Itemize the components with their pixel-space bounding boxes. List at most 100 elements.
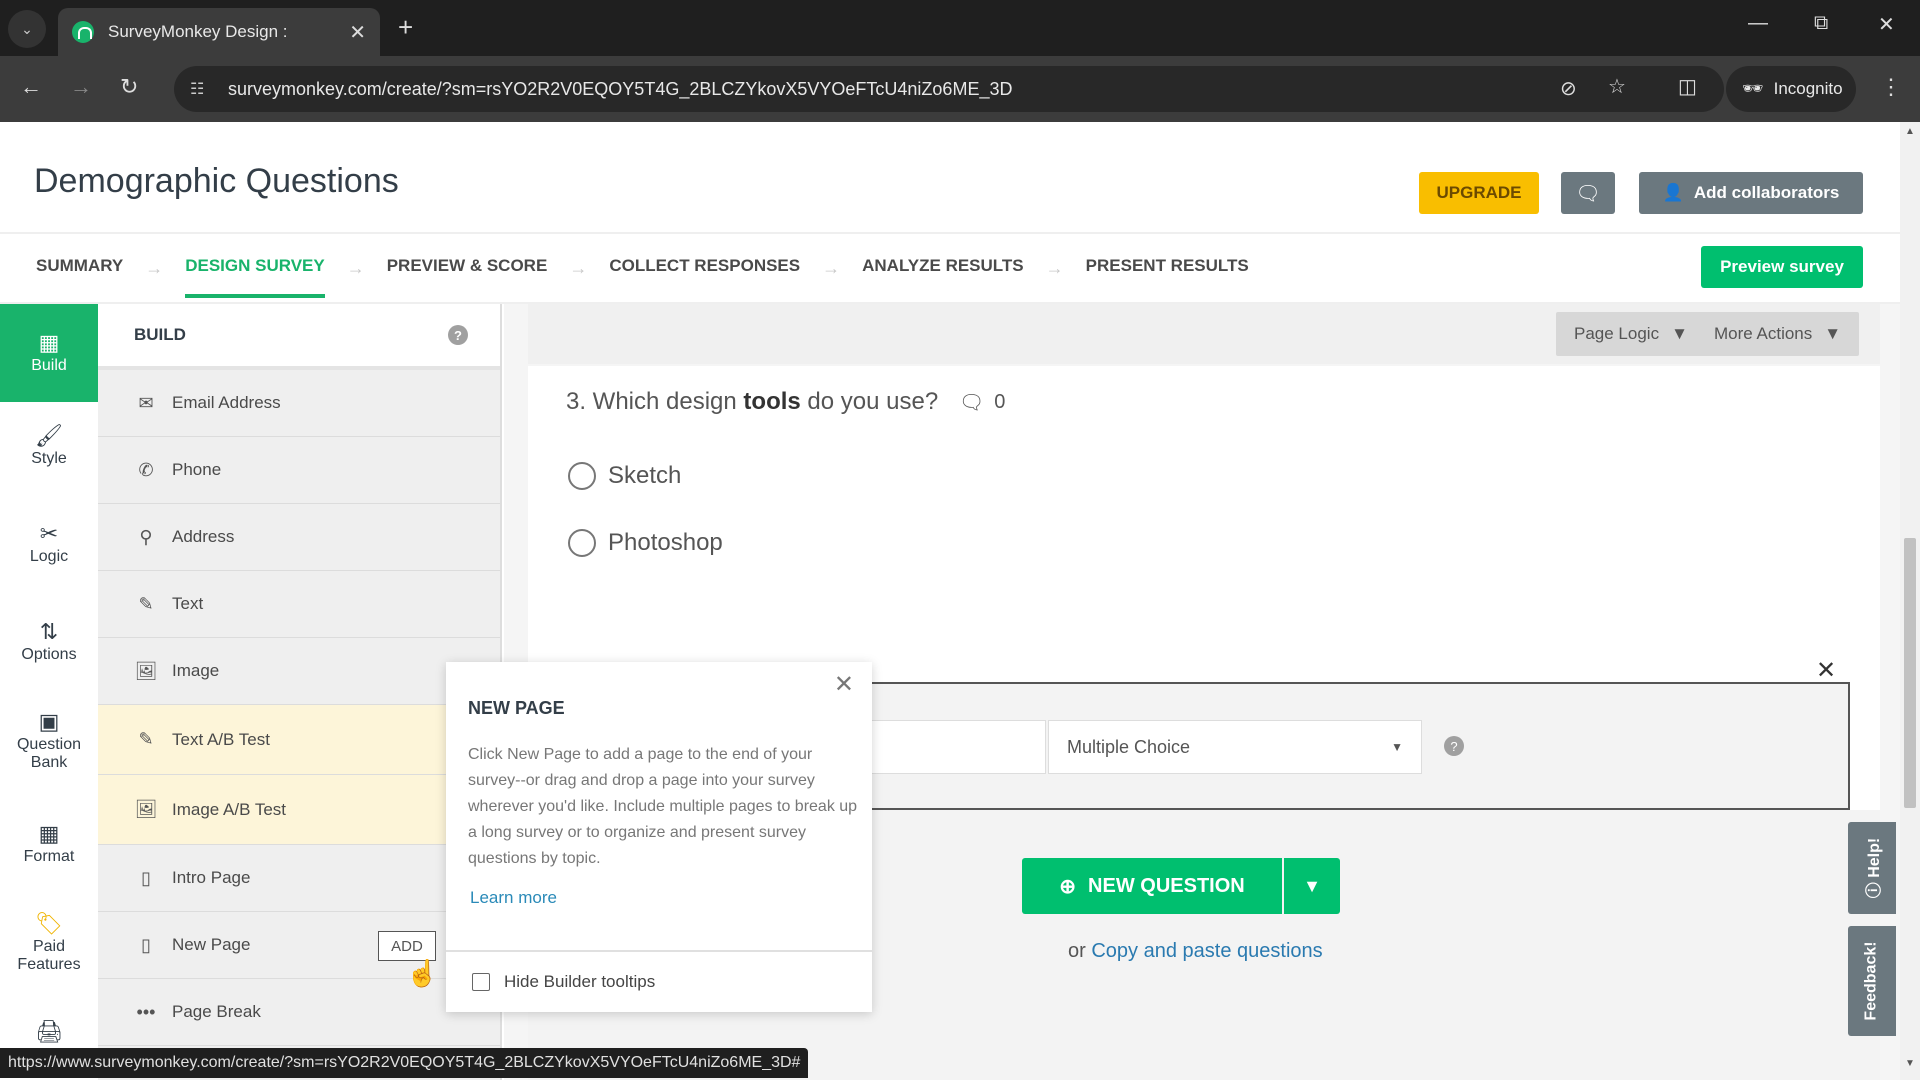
new-question-dropdown-button[interactable]: ▼ — [1284, 858, 1340, 914]
browser-menu-icon[interactable]: ⋮ — [1880, 74, 1902, 100]
arrow-icon: → — [145, 257, 164, 278]
build-item-label: Email Address — [172, 393, 281, 412]
page-icon: ▯ — [141, 934, 151, 955]
radio-button[interactable] — [568, 462, 596, 490]
minimize-button[interactable]: — — [1748, 12, 1768, 35]
radio-button[interactable] — [568, 529, 596, 557]
help-icon[interactable]: ? — [1444, 736, 1464, 756]
rail-paid-features[interactable]: 🏷 Paid Features — [0, 912, 98, 974]
close-window-button[interactable]: ✕ — [1878, 12, 1895, 37]
add-collaborators-button[interactable]: 👤 Add collaborators — [1639, 172, 1863, 214]
caret-down-icon: ▼ — [1303, 875, 1321, 896]
comments-button[interactable]: 🗨 — [1561, 172, 1615, 214]
new-question-button[interactable]: ⊕ NEW QUESTION — [1022, 858, 1282, 914]
survey-title[interactable]: Demographic Questions — [34, 162, 399, 201]
question-comments[interactable]: 🗨 0 — [959, 390, 1006, 415]
comment-icon: 🗨 — [958, 392, 985, 414]
copy-paste-row: or Copy and paste questions — [1068, 940, 1323, 963]
add-user-icon: 👤 — [1662, 183, 1684, 202]
edit-icon: ✎ — [138, 729, 154, 749]
add-collaborators-label: Add collaborators — [1693, 183, 1840, 202]
build-item-image-ab-test[interactable]: 🖼 Image A/B Test — [98, 775, 500, 845]
answer-choice[interactable]: Sketch — [568, 462, 681, 490]
hide-tooltips-label[interactable]: Hide Builder tooltips — [504, 972, 655, 992]
site-info-icon[interactable]: ☷ — [190, 79, 212, 99]
build-item-new-page[interactable]: ▯ New Page ADD — [98, 912, 500, 979]
incognito-badge[interactable]: 🕶 Incognito — [1726, 66, 1856, 112]
email-icon: ✉ — [138, 392, 154, 413]
image-icon: 🖼 — [134, 660, 158, 681]
page-scrollbar[interactable]: ▲ ▼ — [1900, 122, 1920, 1080]
restore-button[interactable]: ⧉ — [1814, 12, 1828, 35]
help-icon: ⓘ — [1866, 882, 1883, 899]
copy-paste-questions-link[interactable]: Copy and paste questions — [1091, 940, 1322, 962]
scrollbar-thumb[interactable] — [1904, 538, 1916, 808]
step-present-results[interactable]: PRESENT RESULTS — [1086, 256, 1249, 298]
new-tab-button[interactable]: + — [398, 12, 413, 43]
rail-build[interactable]: ▦ Build — [0, 304, 98, 402]
rail-logic[interactable]: ✂ Logic — [0, 522, 98, 566]
build-item-phone[interactable]: ✆ Phone — [98, 437, 500, 504]
forward-button[interactable]: → — [70, 74, 92, 100]
preview-survey-button[interactable]: Preview survey — [1701, 246, 1863, 288]
answer-choice[interactable]: Photoshop — [568, 529, 723, 557]
bookmark-star-icon[interactable]: ☆ — [1608, 74, 1626, 99]
tab-close-icon[interactable]: ✕ — [349, 20, 366, 45]
location-icon: ⚲ — [139, 526, 153, 547]
choice-label: Photoshop — [608, 529, 723, 556]
build-item-image[interactable]: 🖼 Image — [98, 638, 500, 705]
build-panel-header: BUILD ? — [98, 304, 500, 370]
upgrade-button[interactable]: UPGRADE — [1419, 172, 1539, 214]
question-title[interactable]: 3. Which design tools do you use? 🗨 0 — [566, 388, 1005, 416]
address-bar[interactable]: ☷ surveymonkey.com/create/?sm=rsYO2R2V0E… — [174, 66, 1724, 112]
step-preview-score[interactable]: PREVIEW & SCORE — [387, 256, 548, 298]
comment-count: 0 — [994, 391, 1006, 413]
reload-button[interactable]: ↻ — [120, 74, 138, 100]
rail-style[interactable]: 🖌 Style — [0, 424, 98, 468]
add-new-page-button[interactable]: ADD — [378, 931, 436, 961]
build-item-text[interactable]: ✎ Text — [98, 571, 500, 638]
question-type-select[interactable]: Multiple Choice ▼ — [1048, 720, 1422, 774]
back-button[interactable]: ← — [20, 74, 42, 100]
step-collect-responses[interactable]: COLLECT RESPONSES — [609, 256, 800, 298]
browser-tab[interactable]: SurveyMonkey Design : ✕ — [58, 8, 380, 56]
rail-print[interactable]: 🖨 — [0, 1020, 98, 1046]
build-item-text-ab-test[interactable]: ✎ Text A/B Test — [98, 705, 500, 775]
scroll-up-icon[interactable]: ▲ — [1905, 126, 1915, 137]
canvas-toolbar: Page Logic ▼ More Actions ▼ — [528, 304, 1880, 364]
rail-label: Paid Features — [17, 938, 81, 973]
build-item-intro-page[interactable]: ▯ Intro Page — [98, 845, 500, 912]
sliders-icon: ⇅ — [39, 619, 59, 644]
rail-options[interactable]: ⇅ Options — [0, 620, 98, 664]
page-icon: ▯ — [141, 867, 151, 888]
step-analyze-results[interactable]: ANALYZE RESULTS — [862, 256, 1024, 298]
close-tooltip-icon[interactable]: ✕ — [834, 670, 854, 699]
image-icon: 🖼 — [134, 799, 158, 819]
more-actions-dropdown[interactable]: More Actions ▼ — [1696, 312, 1860, 356]
step-design-survey[interactable]: DESIGN SURVEY — [185, 256, 325, 298]
rail-format[interactable]: ▦ Format — [0, 822, 98, 866]
help-side-tab[interactable]: ⓘ Help! — [1848, 822, 1896, 914]
scroll-down-icon[interactable]: ▼ — [1905, 1058, 1915, 1069]
header-divider — [0, 232, 1900, 234]
tab-search-button[interactable]: ⌄ — [8, 10, 46, 48]
close-question-editor-icon[interactable]: ✕ — [1816, 656, 1836, 685]
page-logic-dropdown[interactable]: Page Logic ▼ — [1556, 312, 1706, 356]
feedback-side-tab[interactable]: Feedback! — [1848, 926, 1896, 1036]
build-item-label: Address — [172, 527, 235, 546]
question-bank-icon: ▣ — [38, 709, 60, 734]
side-panel-icon[interactable]: ◫ — [1678, 74, 1697, 99]
build-item-label: Page Break — [172, 1002, 261, 1021]
feedback-label: Feedback! — [1863, 941, 1881, 1021]
tracking-protection-icon[interactable]: ⊘ — [1560, 76, 1577, 101]
step-summary[interactable]: SUMMARY — [36, 256, 123, 298]
rail-question-bank[interactable]: ▣ Question Bank — [0, 710, 98, 772]
new-question-label: NEW QUESTION — [1088, 874, 1245, 897]
learn-more-link[interactable]: Learn more — [470, 888, 557, 908]
help-icon[interactable]: ? — [448, 325, 468, 345]
print-icon: 🖨 — [35, 1019, 63, 1044]
build-item-page-break[interactable]: ••• Page Break — [98, 979, 500, 1046]
hide-tooltips-checkbox[interactable] — [472, 973, 490, 991]
build-item-email-address[interactable]: ✉ Email Address — [98, 370, 500, 437]
build-item-address[interactable]: ⚲ Address — [98, 504, 500, 571]
